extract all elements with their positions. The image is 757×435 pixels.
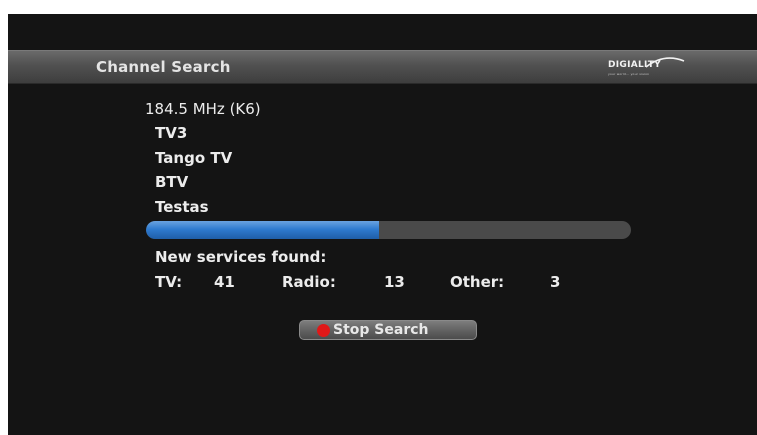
stop-search-label: Stop Search — [333, 322, 429, 338]
channel-item: TV3 — [155, 124, 188, 142]
channel-item: BTV — [155, 173, 189, 191]
channel-item: Testas — [155, 198, 209, 216]
radio-count-label: Radio: — [282, 273, 336, 291]
other-count-label: Other: — [450, 273, 505, 291]
logo-tagline: your world... your vision — [608, 72, 650, 76]
red-record-icon — [317, 324, 330, 337]
tv-count-label: TV: — [155, 273, 183, 291]
channel-item: Tango TV — [155, 149, 233, 167]
other-count-value: 3 — [550, 273, 561, 291]
header-bar: Channel Search DIGIALITY your world... y… — [8, 50, 757, 84]
brand-logo: DIGIALITY your world... your vision — [606, 55, 686, 79]
page-title: Channel Search — [96, 58, 231, 76]
services-found-heading: New services found: — [155, 248, 327, 266]
tv-screen: Channel Search DIGIALITY your world... y… — [8, 14, 757, 435]
stop-search-button[interactable]: Stop Search — [299, 320, 477, 340]
frequency-label: 184.5 MHz (K6) — [145, 100, 261, 118]
scan-progress-fill — [146, 221, 379, 239]
logo-text: DIGIALITY — [608, 60, 661, 70]
scan-progress-bar — [146, 221, 631, 239]
radio-count-value: 13 — [384, 273, 405, 291]
tv-count-value: 41 — [214, 273, 235, 291]
